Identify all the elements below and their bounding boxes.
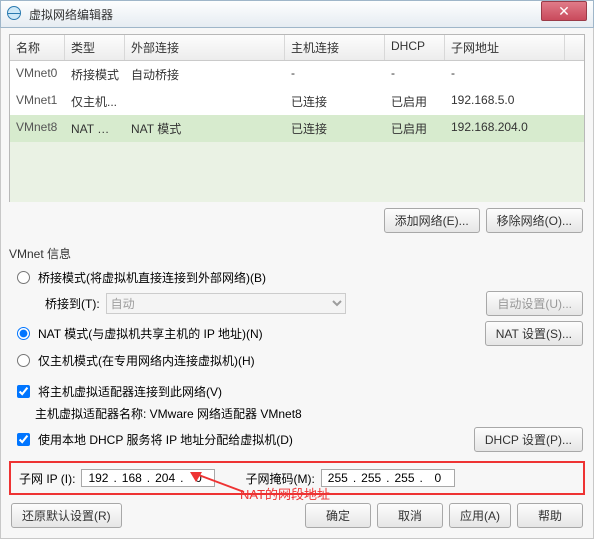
cell-name: VMnet8 bbox=[10, 118, 65, 139]
auto-set-button[interactable]: 自动设置(U)... bbox=[486, 291, 583, 316]
adapter-name-label: 主机虚拟适配器名称: VMware 网络适配器 VMnet8 bbox=[35, 405, 302, 422]
cell-type: 仅主机... bbox=[65, 91, 125, 112]
dialog-content: 名称 类型 外部连接 主机连接 DHCP 子网地址 VMnet0 桥接模式 自动… bbox=[0, 28, 594, 539]
cell-ext: NAT 模式 bbox=[125, 118, 285, 139]
hostonly-label: 仅主机模式(在专用网络内连接虚拟机)(H) bbox=[38, 352, 255, 369]
cell-dhcp: 已启用 bbox=[385, 91, 445, 112]
bridge-to-row: 桥接到(T): 自动 自动设置(U)... bbox=[9, 289, 585, 318]
grid-body: VMnet0 桥接模式 自动桥接 - - - VMnet1 仅主机... 已连接… bbox=[10, 61, 584, 201]
grid-button-row: 添加网络(E)... 移除网络(O)... bbox=[9, 202, 585, 239]
connect-host-row: 将主机虚拟适配器连接到此网络(V) bbox=[9, 380, 585, 403]
bridge-radio[interactable] bbox=[17, 271, 30, 284]
cell-host: 已连接 bbox=[285, 91, 385, 112]
annotation-text: NAT的网段地址 bbox=[240, 484, 330, 503]
dhcp-settings-button[interactable]: DHCP 设置(P)... bbox=[474, 427, 583, 452]
close-button[interactable]: ✕ bbox=[541, 1, 587, 21]
col-subnet[interactable]: 子网地址 bbox=[445, 35, 565, 60]
ok-button[interactable]: 确定 bbox=[305, 503, 371, 528]
cell-host: - bbox=[285, 64, 385, 85]
nat-settings-button[interactable]: NAT 设置(S)... bbox=[485, 321, 583, 346]
window-title: 虚拟网络编辑器 bbox=[29, 6, 541, 23]
cell-host: 已连接 bbox=[285, 118, 385, 139]
bridge-label: 桥接模式(将虚拟机直接连接到外部网络)(B) bbox=[38, 269, 266, 286]
nat-radio[interactable] bbox=[17, 327, 30, 340]
cell-type: 桥接模式 bbox=[65, 64, 125, 85]
network-grid[interactable]: 名称 类型 外部连接 主机连接 DHCP 子网地址 VMnet0 桥接模式 自动… bbox=[9, 34, 585, 202]
cell-name: VMnet0 bbox=[10, 64, 65, 85]
subnet-mask-field[interactable]: . . . bbox=[321, 469, 455, 487]
col-dhcp[interactable]: DHCP bbox=[385, 35, 445, 60]
adapter-name-row: 主机虚拟适配器名称: VMware 网络适配器 VMnet8 bbox=[9, 403, 585, 424]
cell-subnet: 192.168.204.0 bbox=[445, 118, 565, 139]
ip-octet[interactable] bbox=[118, 471, 146, 485]
connect-host-checkbox[interactable] bbox=[17, 385, 30, 398]
table-row-selected[interactable]: VMnet8 NAT 模式 NAT 模式 已连接 已启用 192.168.204… bbox=[10, 115, 584, 142]
col-type[interactable]: 类型 bbox=[65, 35, 125, 60]
bridge-to-select[interactable]: 自动 bbox=[106, 293, 346, 314]
ip-octet[interactable] bbox=[391, 471, 419, 485]
connect-host-label: 将主机虚拟适配器连接到此网络(V) bbox=[38, 383, 222, 400]
table-row[interactable]: VMnet0 桥接模式 自动桥接 - - - bbox=[10, 61, 584, 88]
cell-dhcp: 已启用 bbox=[385, 118, 445, 139]
titlebar: 虚拟网络编辑器 ✕ bbox=[0, 0, 594, 28]
vmnet-info-section: VMnet 信息 桥接模式(将虚拟机直接连接到外部网络)(B) 桥接到(T): … bbox=[9, 243, 585, 495]
help-button[interactable]: 帮助 bbox=[517, 503, 583, 528]
bridge-to-label: 桥接到(T): bbox=[45, 295, 100, 312]
cell-subnet: 192.168.5.0 bbox=[445, 91, 565, 112]
subnet-ip-label: 子网 IP (I): bbox=[19, 470, 75, 487]
grid-header: 名称 类型 外部连接 主机连接 DHCP 子网地址 bbox=[10, 35, 584, 61]
bridge-mode-row: 桥接模式(将虚拟机直接连接到外部网络)(B) bbox=[9, 266, 585, 289]
cell-ext: 自动桥接 bbox=[125, 64, 285, 85]
vmnet-info-title: VMnet 信息 bbox=[9, 243, 585, 266]
cell-subnet: - bbox=[445, 64, 565, 85]
cancel-button[interactable]: 取消 bbox=[377, 503, 443, 528]
apply-button[interactable]: 应用(A) bbox=[449, 503, 511, 528]
remove-network-button[interactable]: 移除网络(O)... bbox=[486, 208, 583, 233]
use-dhcp-row: 使用本地 DHCP 服务将 IP 地址分配给虚拟机(D) DHCP 设置(P).… bbox=[9, 424, 585, 455]
cell-dhcp: - bbox=[385, 64, 445, 85]
grid-empty-area bbox=[10, 142, 584, 202]
col-name[interactable]: 名称 bbox=[10, 35, 65, 60]
cell-type: NAT 模式 bbox=[65, 118, 125, 139]
add-network-button[interactable]: 添加网络(E)... bbox=[384, 208, 480, 233]
ip-octet[interactable] bbox=[324, 471, 352, 485]
hostonly-radio[interactable] bbox=[17, 354, 30, 367]
nat-label: NAT 模式(与虚拟机共享主机的 IP 地址)(N) bbox=[38, 325, 263, 342]
ip-octet[interactable] bbox=[424, 471, 452, 485]
ip-octet[interactable] bbox=[84, 471, 112, 485]
ip-octet[interactable] bbox=[357, 471, 385, 485]
hostonly-mode-row: 仅主机模式(在专用网络内连接虚拟机)(H) bbox=[9, 349, 585, 372]
use-dhcp-checkbox[interactable] bbox=[17, 433, 30, 446]
annotation-arrow bbox=[190, 472, 246, 494]
ip-octet[interactable] bbox=[151, 471, 179, 485]
restore-defaults-button[interactable]: 还原默认设置(R) bbox=[11, 503, 122, 528]
cell-name: VMnet1 bbox=[10, 91, 65, 112]
nat-mode-row: NAT 模式(与虚拟机共享主机的 IP 地址)(N) NAT 设置(S)... bbox=[9, 318, 585, 349]
use-dhcp-label: 使用本地 DHCP 服务将 IP 地址分配给虚拟机(D) bbox=[38, 431, 293, 448]
col-ext[interactable]: 外部连接 bbox=[125, 35, 285, 60]
table-row[interactable]: VMnet1 仅主机... 已连接 已启用 192.168.5.0 bbox=[10, 88, 584, 115]
cell-ext bbox=[125, 91, 285, 112]
app-icon bbox=[7, 6, 23, 22]
col-host[interactable]: 主机连接 bbox=[285, 35, 385, 60]
